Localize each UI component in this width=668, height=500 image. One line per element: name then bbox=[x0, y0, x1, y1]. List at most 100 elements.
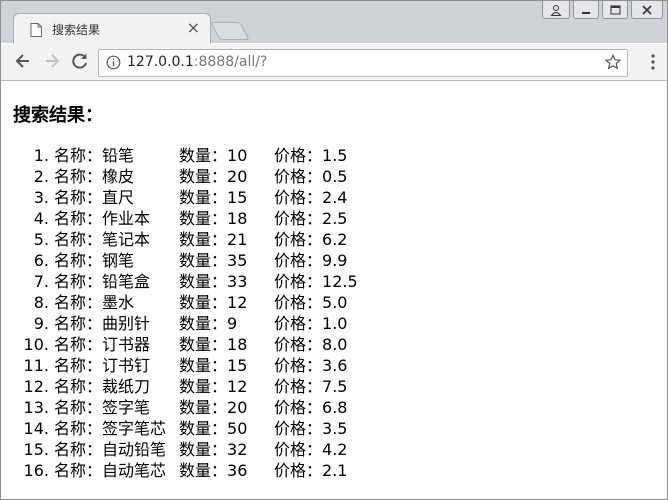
item-name: 名称：签字笔 bbox=[54, 397, 150, 418]
quantity-value: 9 bbox=[227, 314, 238, 333]
name-value: 自动铅笔 bbox=[102, 440, 167, 459]
item-number-text: 14. bbox=[23, 419, 49, 438]
maximize-button[interactable] bbox=[602, 1, 628, 19]
item-price: 价格：1.0 bbox=[274, 313, 347, 334]
price-label: 价格： bbox=[274, 209, 323, 228]
item-number: 16. bbox=[19, 460, 49, 481]
item-price: 价格：7.5 bbox=[274, 376, 347, 397]
price-value: 6.2 bbox=[322, 230, 348, 249]
name-value: 曲别针 bbox=[102, 314, 151, 333]
name-value: 墨水 bbox=[102, 293, 135, 312]
name-label: 名称： bbox=[54, 356, 103, 375]
item-number: 7. bbox=[19, 271, 49, 292]
title-bar: 搜索结果 × bbox=[1, 1, 667, 45]
name-value: 铅笔盒 bbox=[102, 272, 151, 291]
quantity-value: 15 bbox=[227, 188, 248, 207]
item-price: 价格：2.4 bbox=[274, 187, 347, 208]
quantity-label: 数量： bbox=[179, 167, 228, 186]
name-label: 名称： bbox=[54, 188, 103, 207]
price-value: 1.0 bbox=[322, 314, 348, 333]
name-label: 名称： bbox=[54, 335, 103, 354]
item-number: 1. bbox=[19, 145, 49, 166]
arrow-right-icon[interactable] bbox=[42, 51, 62, 71]
price-label: 价格： bbox=[274, 314, 323, 333]
item-price: 价格：2.1 bbox=[274, 460, 347, 481]
item-price: 价格：5.0 bbox=[274, 292, 347, 313]
item-quantity: 数量：12 bbox=[179, 292, 247, 313]
profile-button[interactable] bbox=[542, 1, 570, 19]
item-quantity: 数量：32 bbox=[179, 439, 247, 460]
item-name: 名称：铅笔盒 bbox=[54, 271, 150, 292]
browser-tab[interactable]: 搜索结果 × bbox=[13, 13, 211, 45]
star-icon[interactable] bbox=[605, 54, 621, 70]
minimize-button[interactable] bbox=[573, 1, 599, 19]
url-path: :8888/all/? bbox=[193, 54, 268, 70]
item-quantity: 数量：15 bbox=[179, 187, 247, 208]
item-number: 3. bbox=[19, 187, 49, 208]
quantity-value: 21 bbox=[227, 230, 248, 249]
price-label: 价格： bbox=[274, 230, 323, 249]
item-name: 名称：直尺 bbox=[54, 187, 134, 208]
name-label: 名称： bbox=[54, 167, 103, 186]
close-window-button[interactable] bbox=[631, 1, 663, 19]
info-icon[interactable] bbox=[106, 55, 121, 70]
name-label: 名称： bbox=[54, 440, 103, 459]
item-number-text: 7. bbox=[33, 272, 49, 291]
page-heading: 搜索结果： bbox=[13, 105, 103, 126]
address-bar[interactable]: 127.0.0.1:8888/all/? bbox=[98, 49, 628, 77]
minimize-icon bbox=[582, 11, 590, 14]
quantity-label: 数量： bbox=[179, 356, 228, 375]
item-number-text: 8. bbox=[33, 293, 49, 312]
url-text[interactable]: 127.0.0.1:8888/all/? bbox=[127, 54, 267, 70]
item-number: 6. bbox=[19, 250, 49, 271]
price-value: 2.1 bbox=[322, 461, 348, 480]
item-number: 13. bbox=[19, 397, 49, 418]
quantity-label: 数量： bbox=[179, 293, 228, 312]
price-value: 9.9 bbox=[322, 251, 348, 270]
price-label: 价格： bbox=[274, 293, 323, 312]
quantity-value: 32 bbox=[227, 440, 248, 459]
page-content: 搜索结果： 1. 名称：铅笔 数量：10 价格：1.5 2. 名称：橡皮 数量：20 价格：0… bbox=[1, 81, 667, 499]
item-number: 14. bbox=[19, 418, 49, 439]
name-value: 铅笔 bbox=[102, 146, 135, 165]
name-value: 签字笔 bbox=[102, 398, 151, 417]
quantity-value: 20 bbox=[227, 398, 248, 417]
page-icon bbox=[30, 23, 42, 37]
name-label: 名称： bbox=[54, 461, 103, 480]
name-label: 名称： bbox=[54, 251, 103, 270]
item-price: 价格：6.8 bbox=[274, 397, 347, 418]
quantity-value: 36 bbox=[227, 461, 248, 480]
name-value: 自动笔芯 bbox=[102, 461, 167, 480]
item-quantity: 数量：18 bbox=[179, 334, 247, 355]
quantity-value: 20 bbox=[227, 167, 248, 186]
price-label: 价格： bbox=[274, 461, 323, 480]
user-icon bbox=[550, 4, 562, 16]
name-value: 直尺 bbox=[102, 188, 135, 207]
name-label: 名称： bbox=[54, 398, 103, 417]
item-name: 名称：笔记本 bbox=[54, 229, 150, 250]
name-label: 名称： bbox=[54, 146, 103, 165]
item-name: 名称：墨水 bbox=[54, 292, 134, 313]
quantity-label: 数量： bbox=[179, 440, 228, 459]
item-number-text: 2. bbox=[33, 167, 49, 186]
price-label: 价格： bbox=[274, 188, 323, 207]
item-number-text: 10. bbox=[23, 335, 49, 354]
price-label: 价格： bbox=[274, 167, 323, 186]
price-label: 价格： bbox=[274, 251, 323, 270]
item-number-text: 6. bbox=[33, 251, 49, 270]
new-tab-button[interactable] bbox=[210, 22, 250, 40]
tab-close-icon[interactable]: × bbox=[187, 20, 200, 36]
arrow-left-icon[interactable] bbox=[13, 51, 33, 71]
url-host: 127.0.0.1 bbox=[127, 54, 194, 70]
name-value: 订书钉 bbox=[102, 356, 151, 375]
price-label: 价格： bbox=[274, 398, 323, 417]
vertical-dots-icon[interactable] bbox=[651, 54, 655, 70]
name-label: 名称： bbox=[54, 419, 103, 438]
item-quantity: 数量：20 bbox=[179, 166, 247, 187]
item-number-text: 3. bbox=[33, 188, 49, 207]
reload-icon[interactable] bbox=[70, 51, 90, 71]
name-value: 作业本 bbox=[102, 209, 151, 228]
item-number: 12. bbox=[19, 376, 49, 397]
item-quantity: 数量：50 bbox=[179, 418, 247, 439]
quantity-label: 数量： bbox=[179, 230, 228, 249]
